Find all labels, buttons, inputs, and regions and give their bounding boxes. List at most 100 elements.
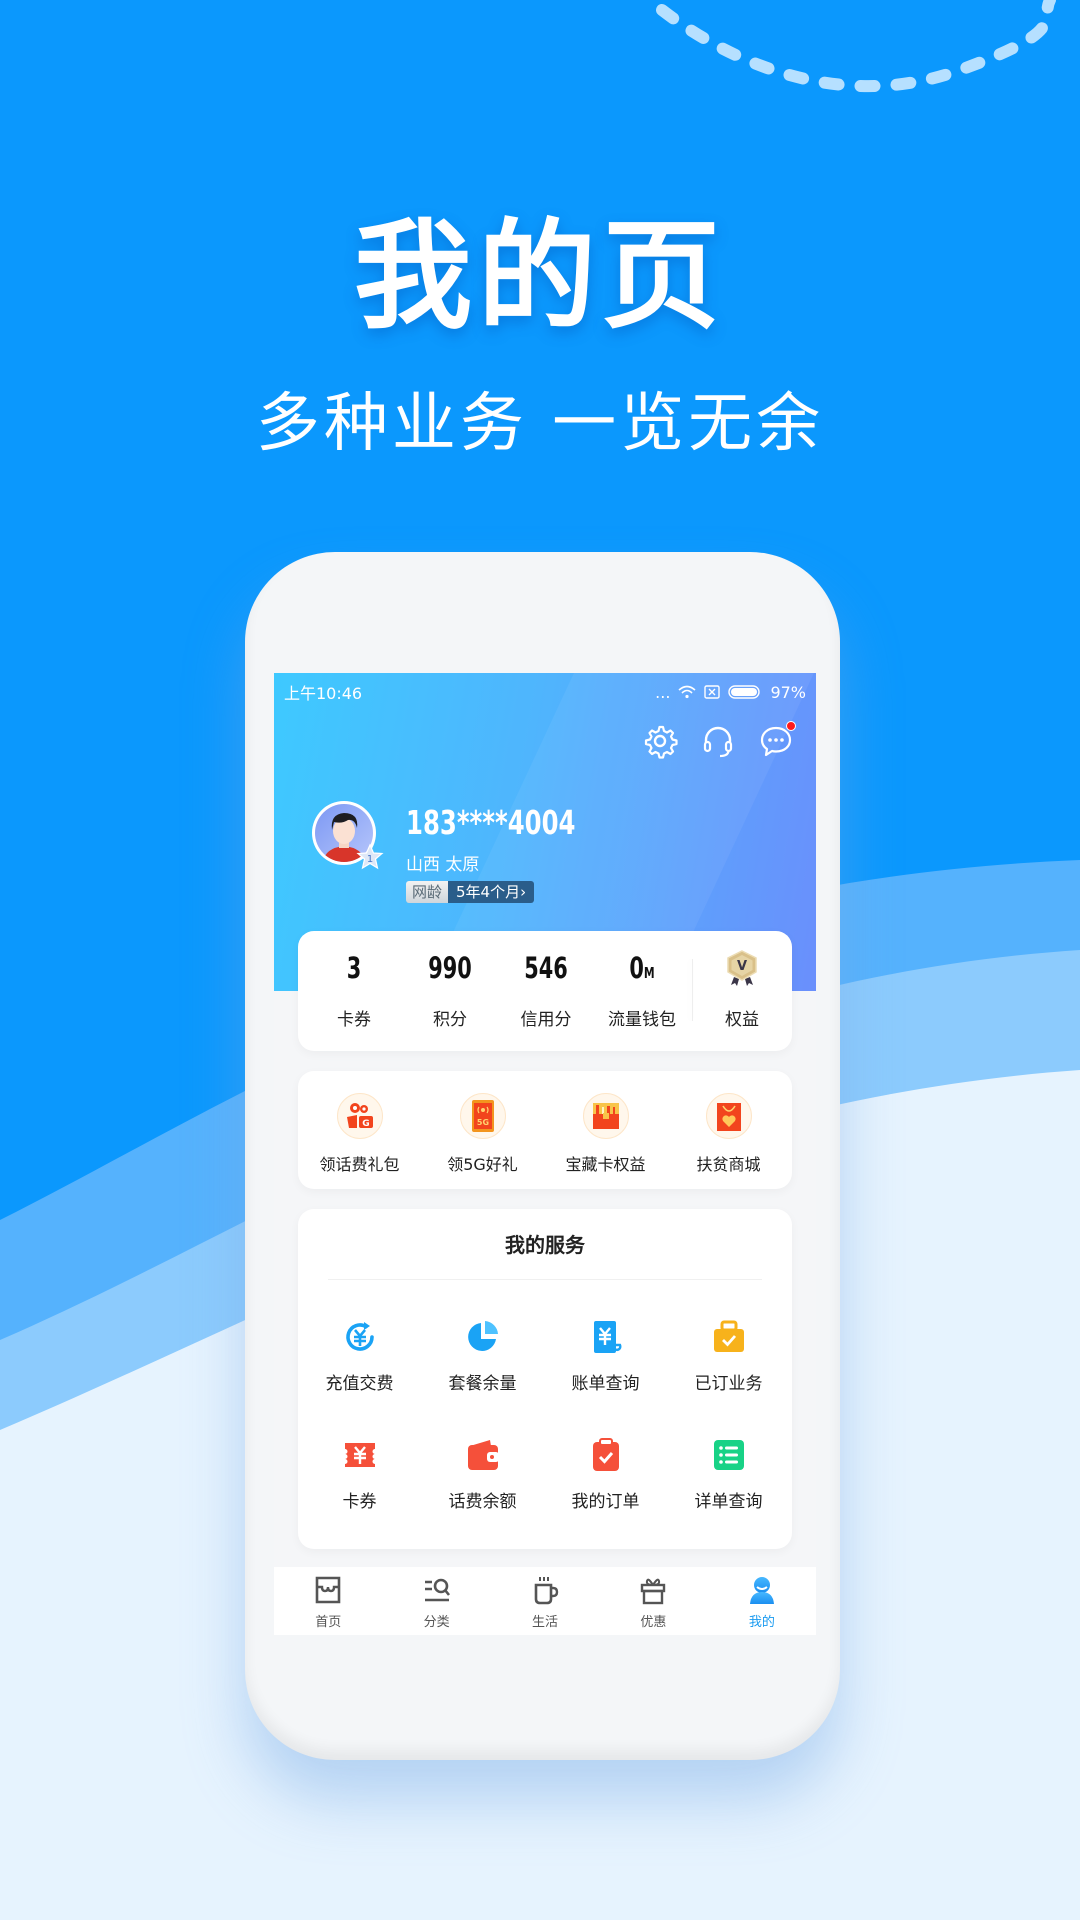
stat-label: 卡券 [337,1010,371,1030]
promo-label: 领5G好礼 [447,1155,518,1174]
svg-text:G: G [362,1119,369,1129]
app-screen: 上午10:46 ... 97% 1 183****4004 山西 太原 网龄 5… [274,673,816,1635]
account-stats-card: 3 卡券 990 积分 546 信用分 0M 流量钱包 V 权益 [298,931,792,1051]
stat-data-wallet[interactable]: 0M 流量钱包 [594,931,690,1051]
stat-number: 3 [346,951,362,985]
status-bar: 上午10:46 ... 97% [284,679,806,705]
pie-chart-icon [468,1321,498,1351]
services-title: 我的服务 [505,1233,585,1257]
rights-button[interactable]: V 权益 [694,931,790,1051]
treasure-chest-icon [593,1103,619,1129]
service-label: 套餐余量 [448,1374,517,1394]
shopping-bag-heart-icon [717,1103,741,1131]
bill-icon [594,1321,622,1353]
stat-value: 990 [412,951,489,985]
service-recharge[interactable]: 充值交费 [298,1319,421,1429]
promo-label: 扶贫商城 [696,1155,761,1174]
stat-value: 0M [604,951,681,985]
tab-home[interactable]: 首页 [274,1567,382,1635]
tab-label: 优惠 [640,1615,667,1630]
home-store-icon [315,1576,341,1604]
decorative-dashed-arc [656,0,1056,93]
messages-button[interactable] [758,721,796,759]
promo-label: 宝藏卡权益 [565,1155,646,1174]
services-divider [328,1279,762,1280]
phone-5g-icon: 5G [472,1100,494,1132]
headset-icon [703,726,733,758]
unread-badge [786,721,796,731]
customer-service-button[interactable] [700,723,736,759]
stat-unit: M [643,964,655,982]
coupon-icon [345,1443,375,1467]
service-my-orders[interactable]: 我的订单 [544,1437,667,1547]
stat-value: 546 [508,951,585,985]
battery-icon [728,685,762,699]
service-bill-query[interactable]: 账单查询 [544,1319,667,1429]
category-search-icon [424,1578,450,1602]
service-coupons[interactable]: 卡券 [298,1437,421,1547]
promo-label: 领话费礼包 [319,1155,400,1174]
stat-label: 流量钱包 [608,1010,676,1030]
promo-item-5g-gift[interactable]: 5G 领5G好礼 [421,1071,544,1189]
location: 山西 太原 [406,855,480,875]
more-dots-icon: ... [655,682,671,702]
promotions-card: G 领话费礼包 5G 领5G好礼 宝藏卡权益 扶贫商城 [298,1071,792,1189]
sim-none-icon [704,685,721,699]
stat-coupons[interactable]: 3 卡券 [306,931,402,1051]
tab-life[interactable]: 生活 [491,1567,599,1635]
rights-label: 权益 [725,1010,759,1030]
svg-text:V: V [737,959,747,974]
service-label: 卡券 [342,1492,377,1512]
stat-number: 0 [629,951,644,985]
service-plan-balance[interactable]: 套餐余量 [421,1319,544,1429]
svg-text:5G: 5G [477,1118,489,1127]
service-label: 详单查询 [694,1492,763,1512]
my-services-card: 我的服务 充值交费 套餐余量 账单查询 已订业务 卡券 话费余额 我的订单 详单… [298,1209,792,1549]
promo-item-phone-bill-gift[interactable]: G 领话费礼包 [298,1071,421,1189]
wifi-icon [678,685,696,699]
tab-category[interactable]: 分类 [382,1567,490,1635]
promo-item-poverty-mall[interactable]: 扶贫商城 [667,1071,790,1189]
gift-video-icon: G [347,1103,373,1129]
tab-label: 我的 [748,1615,775,1630]
net-age-badge[interactable]: 网龄 5年4个月› [406,881,535,903]
net-age-text: 5年4个月 [456,883,521,901]
phone-number: 183****4004 [406,803,576,842]
chevron-right-icon: › [520,883,527,901]
cup-icon [534,1577,559,1605]
tab-offers[interactable]: 优惠 [599,1567,707,1635]
net-age-label: 网龄 [406,881,449,903]
svg-text:1: 1 [367,854,373,865]
service-detailed-records[interactable]: 详单查询 [667,1437,790,1547]
stat-points[interactable]: 990 积分 [402,931,498,1051]
service-label: 我的订单 [571,1492,640,1512]
recharge-icon [346,1322,374,1351]
settings-button[interactable] [642,723,678,759]
user-icon [749,1577,774,1604]
promo-title: 我的页 [353,207,726,345]
stat-credit-score[interactable]: 546 信用分 [498,931,594,1051]
service-phone-balance[interactable]: 话费余额 [421,1437,544,1547]
stat-number: 546 [524,951,568,985]
clipboard-check-icon [593,1438,619,1471]
service-label: 充值交费 [325,1374,394,1394]
level-star-icon: 1 [356,843,384,870]
tab-mine[interactable]: 我的 [708,1567,816,1635]
service-label: 账单查询 [571,1374,640,1394]
vip-medal-icon: V [727,950,757,986]
tab-label: 生活 [532,1615,559,1630]
stats-divider [692,959,693,1021]
wallet-icon [468,1440,499,1470]
list-icon [714,1440,744,1470]
gear-icon [644,725,678,759]
briefcase-check-icon [714,1320,744,1352]
service-subscribed[interactable]: 已订业务 [667,1319,790,1429]
stat-value: 3 [316,951,393,985]
bottom-tab-bar: 首页 分类 生活 优惠 我的 [274,1567,816,1635]
net-age-value[interactable]: 5年4个月› [448,881,535,903]
promo-item-treasure-card[interactable]: 宝藏卡权益 [544,1071,667,1189]
stat-label: 信用分 [520,1010,572,1030]
stat-label: 积分 [433,1010,467,1030]
status-time: 上午10:46 [284,684,363,703]
stat-number: 990 [428,951,472,985]
